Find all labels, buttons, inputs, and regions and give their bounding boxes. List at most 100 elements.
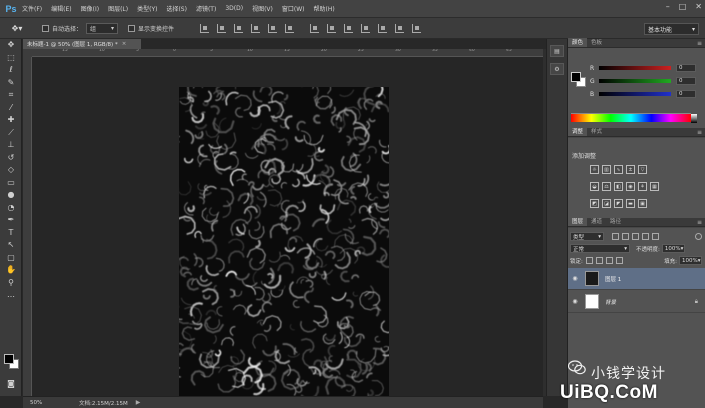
layer-filter-dropdown[interactable]: 类型 ▾ [570,232,604,241]
panel-menu-icon[interactable]: ≡ [697,40,702,47]
menu-select[interactable]: 选择(S) [166,4,187,13]
filter-smart-object-icon[interactable] [652,233,659,240]
brush-tool-icon[interactable]: ⟋ [0,127,22,140]
menu-image[interactable]: 图像(I) [81,4,99,13]
align-left-icon[interactable] [251,23,261,33]
history-brush-tool-icon[interactable]: ↺ [0,152,22,165]
menu-file[interactable]: 文件(F) [22,4,42,13]
color-lookup-icon[interactable]: ▦ [650,182,659,191]
blue-slider-track[interactable] [599,92,671,96]
visibility-eye-icon[interactable]: ◉ [568,275,582,282]
menu-type[interactable]: 类型(Y) [137,4,157,13]
menu-filter[interactable]: 滤镜(T) [196,4,216,13]
panel-menu-icon[interactable]: ≡ [697,129,702,136]
red-value-input[interactable]: 0 [676,64,696,72]
levels-icon[interactable]: ▥ [602,165,611,174]
history-panel-icon[interactable]: ▤ [550,45,564,57]
tab-adjustments[interactable]: 调整 [568,127,588,136]
menu-edit[interactable]: 编辑(E) [51,4,71,13]
tab-layers[interactable]: 图层 [568,217,588,226]
foreground-background-colors[interactable] [4,354,20,370]
curves-icon[interactable]: ∿ [614,165,623,174]
menu-window[interactable]: 窗口(W) [282,4,305,13]
move-tool-icon[interactable]: ✥ [0,39,22,52]
green-slider-track[interactable] [599,79,671,83]
healing-brush-tool-icon[interactable]: ✚ [0,114,22,127]
foreground-color-swatch[interactable] [4,354,14,364]
distribute-right-icon[interactable] [395,23,405,33]
pen-tool-icon[interactable]: ✒ [0,214,22,227]
rectangle-tool-icon[interactable]: ▢ [0,252,22,265]
filter-pixel-icon[interactable] [612,233,619,240]
path-select-tool-icon[interactable]: ↖ [0,239,22,252]
opacity-input[interactable]: 100% ▾ [661,244,685,253]
blur-tool-icon[interactable]: ● [0,189,22,202]
quick-mask-icon[interactable]: ◙ [0,378,22,391]
distribute-bottom-icon[interactable] [344,23,354,33]
properties-panel-icon[interactable]: ⚙ [550,63,564,75]
hand-tool-icon[interactable]: ✋ [0,264,22,277]
tab-styles[interactable]: 样式 [587,127,606,136]
distribute-top-icon[interactable] [310,23,320,33]
invert-icon[interactable]: ◩ [590,199,599,208]
auto-select-checkbox[interactable] [42,24,49,32]
layer-name[interactable]: 背景 [605,298,616,306]
red-slider-row[interactable]: R 0 [590,64,702,72]
brightness-contrast-icon[interactable]: ☼ [590,165,599,174]
clone-stamp-tool-icon[interactable]: ⊥ [0,139,22,152]
lock-position-icon[interactable] [605,257,613,264]
vertical-ruler[interactable] [23,57,32,396]
filter-shape-icon[interactable] [642,233,649,240]
more-tools-icon[interactable]: … [0,289,22,302]
tab-color[interactable]: 颜色 [568,38,588,47]
layer-name[interactable]: 图层 1 [605,275,621,283]
zoom-tool-icon[interactable]: ⚲ [0,277,22,290]
marquee-tool-icon[interactable]: ⬚ [0,52,22,65]
horizontal-ruler[interactable]: 15 10 5 0 5 10 15 20 25 30 35 40 45 [32,49,543,57]
close-icon[interactable]: ✕ [695,2,702,11]
ruler-origin[interactable] [23,49,32,57]
eraser-tool-icon[interactable]: ◇ [0,164,22,177]
lock-all-icon[interactable] [615,257,623,264]
black-white-icon[interactable]: ◧ [614,182,623,191]
close-tab-icon[interactable]: × [122,41,127,47]
align-right-icon[interactable] [285,23,295,33]
photo-filter-icon[interactable]: ◉ [626,182,635,191]
tab-swatches[interactable]: 色板 [587,38,606,47]
layer-row-layer1[interactable]: ◉ 图层 1 [568,268,705,290]
distribute-hcenter-icon[interactable] [378,23,388,33]
image-canvas[interactable] [179,87,389,396]
quick-select-tool-icon[interactable]: ✎ [0,77,22,90]
auto-select-dropdown[interactable]: 组 ▾ [86,22,119,34]
type-tool-icon[interactable]: T [0,227,22,240]
align-vcenter-icon[interactable] [217,23,227,33]
auto-align-icon[interactable] [412,23,422,33]
channel-mixer-icon[interactable]: ⚘ [638,182,647,191]
document-tab[interactable]: 未标题-1 @ 50% (图层 1, RGB/8) * × [23,39,141,49]
hue-saturation-icon[interactable]: ◒ [590,182,599,191]
align-hcenter-icon[interactable] [268,23,278,33]
status-menu-arrow-icon[interactable]: ▶ [136,399,141,406]
layer-row-background[interactable]: ◉ 背景 🔒︎ [568,291,705,313]
threshold-icon[interactable]: ◤ [614,199,623,208]
crop-tool-icon[interactable]: ⌗ [0,89,22,102]
exposure-icon[interactable]: ± [626,165,635,174]
menu-view[interactable]: 视图(V) [252,4,273,13]
lock-image-icon[interactable] [595,257,603,264]
visibility-eye-icon[interactable]: ◉ [568,298,582,305]
lock-transparent-icon[interactable] [585,257,593,264]
panel-menu-icon[interactable]: ≡ [697,219,702,226]
lasso-tool-icon[interactable]: ℓ [0,64,22,77]
align-top-icon[interactable] [200,23,210,33]
show-transform-checkbox[interactable] [128,24,136,32]
green-slider-row[interactable]: G 0 [590,77,702,85]
blue-slider-row[interactable]: B 0 [590,90,702,98]
tab-channels[interactable]: 通道 [587,217,606,226]
filter-type-icon[interactable] [632,233,639,240]
gradient-tool-icon[interactable]: ▭ [0,177,22,190]
eyedropper-tool-icon[interactable]: ⁄ [0,102,22,115]
posterize-icon[interactable]: ◪ [602,199,611,208]
distribute-vcenter-icon[interactable] [327,23,337,33]
selective-color-icon[interactable]: ▣ [638,199,647,208]
blend-mode-dropdown[interactable]: 正常 ▾ [570,244,630,253]
